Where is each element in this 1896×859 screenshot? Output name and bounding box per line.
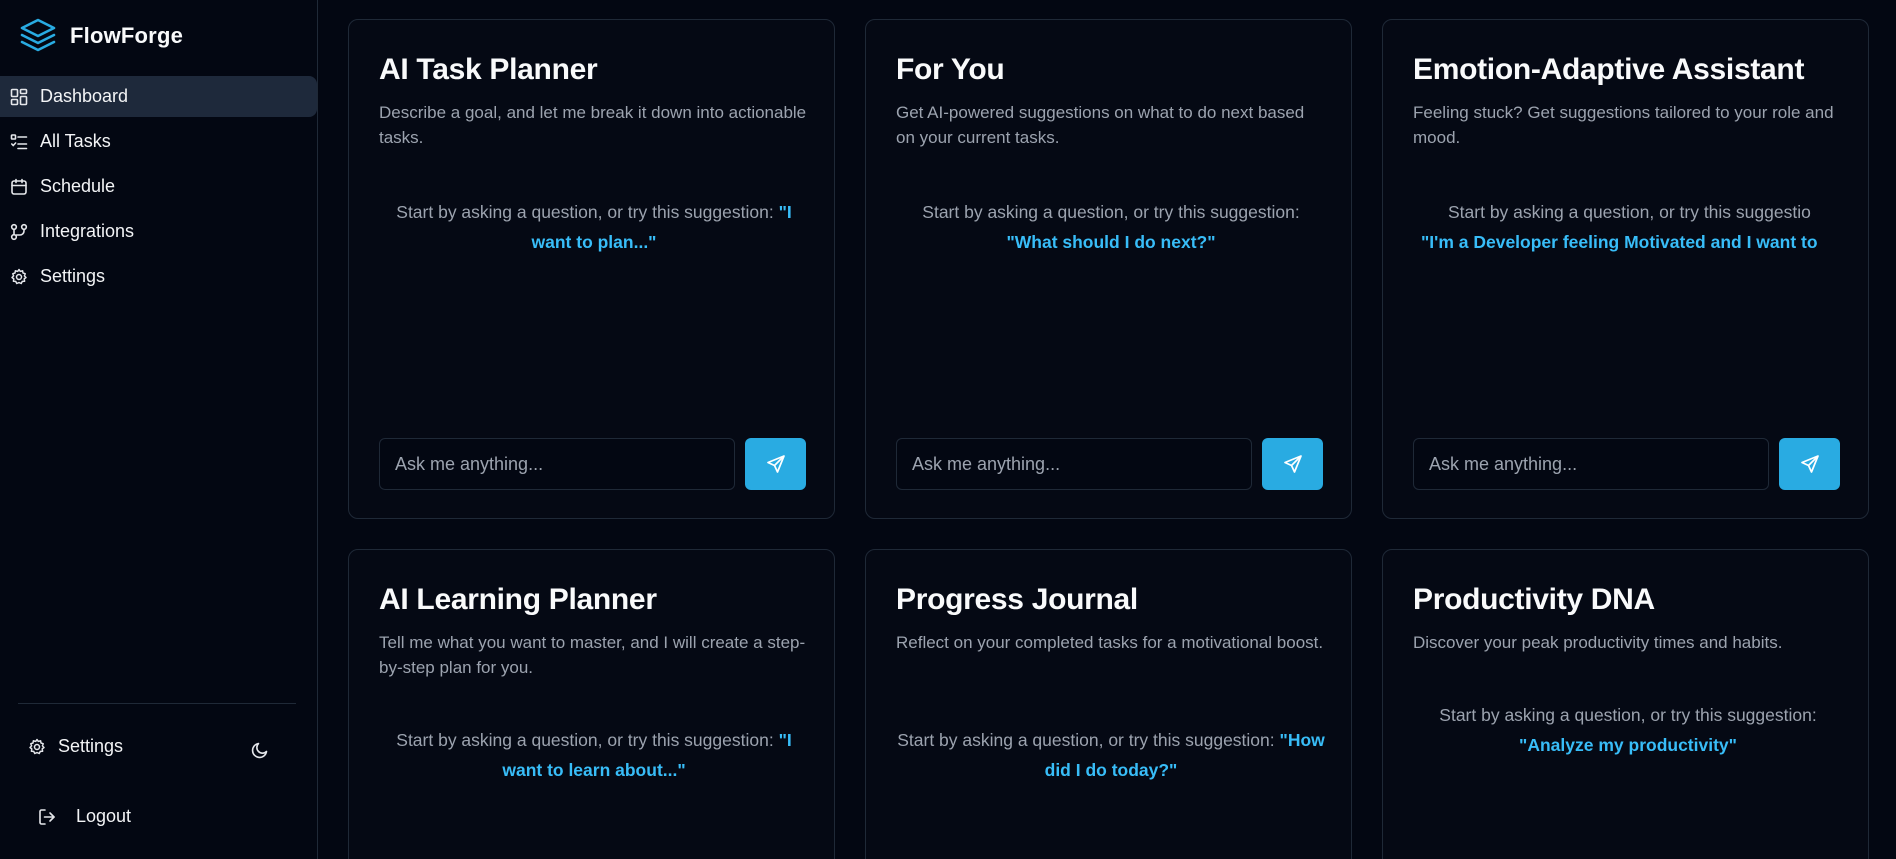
suggestion-prefix: Start by asking a question, or try this … bbox=[396, 202, 779, 222]
logout-label: Logout bbox=[76, 806, 132, 826]
send-button[interactable] bbox=[1779, 438, 1840, 490]
card-description: Get AI-powered suggestions on what to do… bbox=[896, 103, 1305, 147]
card-emotion-adaptive-assistant: Emotion-Adaptive Assistant Feeling stuck… bbox=[1382, 19, 1869, 519]
sidebar-item-dashboard[interactable]: Dashboard bbox=[0, 76, 317, 117]
sidebar-divider bbox=[18, 703, 296, 704]
card-ai-learning-planner: AI Learning Planner Tell me what you wan… bbox=[348, 549, 835, 859]
chat-input-row bbox=[896, 438, 1323, 490]
card-productivity-dna: Productivity DNA Discover your peak prod… bbox=[1382, 549, 1869, 859]
card-for-you: For You Get AI-powered suggestions on wh… bbox=[865, 19, 1352, 519]
card-description: Describe a goal, and let me break it dow… bbox=[379, 103, 807, 147]
send-icon bbox=[766, 455, 785, 473]
brand[interactable]: FlowForge bbox=[18, 16, 183, 56]
send-icon bbox=[1283, 455, 1302, 473]
card-suggestion: Start by asking a question, or try this … bbox=[1413, 197, 1868, 227]
app-root: FlowForge Dashboard All Tasks Schedule I… bbox=[0, 0, 1896, 859]
brand-name: FlowForge bbox=[70, 23, 184, 48]
card-description: Discover your peak productivity times an… bbox=[1413, 633, 1783, 652]
suggestion-prefix: Start by asking a question, or try this … bbox=[922, 202, 1300, 222]
sidebar-item-label: All Tasks bbox=[40, 131, 111, 151]
suggestion-prefix: Start by asking a question, or try this … bbox=[897, 730, 1280, 750]
sidebar-item-all-tasks[interactable]: All Tasks bbox=[0, 121, 317, 162]
card-suggestion: Start by asking a question, or try this … bbox=[1413, 700, 1843, 760]
chat-input-row bbox=[379, 438, 806, 490]
card-suggestion: Start by asking a question, or try this … bbox=[896, 197, 1326, 257]
gear-icon bbox=[10, 268, 28, 286]
card-description: Feeling stuck? Get suggestions tailored … bbox=[1413, 103, 1834, 147]
card-title: AI Learning Planner bbox=[379, 583, 657, 616]
card-description: Reflect on your completed tasks for a mo… bbox=[896, 633, 1324, 652]
card-ai-task-planner: AI Task Planner Describe a goal, and let… bbox=[348, 19, 835, 519]
card-title: Productivity DNA bbox=[1413, 583, 1655, 616]
footer-settings-label: Settings bbox=[58, 736, 124, 756]
suggestion-prefix: Start by asking a question, or try this … bbox=[396, 730, 779, 750]
chat-input-row bbox=[1413, 438, 1840, 490]
sidebar-item-integrations[interactable]: Integrations bbox=[0, 211, 317, 252]
chat-input[interactable] bbox=[379, 438, 735, 490]
card-suggestion: Start by asking a question, or try this … bbox=[379, 725, 809, 785]
sidebar: FlowForge Dashboard All Tasks Schedule I… bbox=[0, 0, 318, 859]
suggestion-link[interactable]: "I'm a Developer feeling Motivated and I… bbox=[1421, 232, 1818, 252]
sidebar-item-label: Schedule bbox=[40, 176, 116, 196]
sidebar-item-label: Settings bbox=[40, 266, 106, 286]
list-icon bbox=[10, 133, 28, 151]
send-button[interactable] bbox=[745, 438, 806, 490]
chat-input[interactable] bbox=[896, 438, 1252, 490]
card-title: Progress Journal bbox=[896, 583, 1138, 616]
card-suggestion: Start by asking a question, or try this … bbox=[896, 725, 1326, 785]
footer-settings-button[interactable]: Settings bbox=[28, 736, 123, 757]
card-suggestion-line-2: "I'm a Developer feeling Motivated and I… bbox=[1413, 227, 1843, 257]
gear-icon bbox=[28, 738, 46, 756]
card-suggestion: Start by asking a question, or try this … bbox=[379, 197, 809, 257]
calendar-icon bbox=[10, 178, 28, 196]
suggestion-link[interactable]: "Analyze my productivity" bbox=[1519, 735, 1737, 755]
sidebar-item-schedule[interactable]: Schedule bbox=[0, 166, 317, 207]
suggestion-link[interactable]: "What should I do next?" bbox=[1006, 232, 1215, 252]
layers-logo-icon bbox=[20, 18, 56, 52]
chat-input[interactable] bbox=[1413, 438, 1769, 490]
suggestion-prefix: Start by asking a question, or try this … bbox=[1448, 202, 1811, 222]
sidebar-item-label: Integrations bbox=[40, 221, 135, 241]
moon-icon[interactable] bbox=[250, 740, 270, 760]
card-title: Emotion-Adaptive Assistant bbox=[1413, 53, 1805, 86]
card-description: Tell me what you want to master, and I w… bbox=[379, 633, 806, 677]
card-progress-journal: Progress Journal Reflect on your complet… bbox=[865, 549, 1352, 859]
logout-icon bbox=[38, 808, 56, 826]
send-button[interactable] bbox=[1262, 438, 1323, 490]
send-icon bbox=[1800, 455, 1819, 473]
sidebar-item-label: Dashboard bbox=[40, 86, 129, 106]
card-title: AI Task Planner bbox=[379, 53, 598, 86]
dashboard-icon bbox=[10, 88, 28, 106]
suggestion-prefix: Start by asking a question, or try this … bbox=[1439, 705, 1817, 725]
integrations-icon bbox=[10, 223, 28, 241]
sidebar-nav: Dashboard All Tasks Schedule Integration… bbox=[0, 76, 318, 301]
card-title: For You bbox=[896, 53, 1005, 86]
logout-button[interactable]: Logout bbox=[38, 806, 131, 827]
sidebar-item-settings[interactable]: Settings bbox=[0, 256, 317, 297]
